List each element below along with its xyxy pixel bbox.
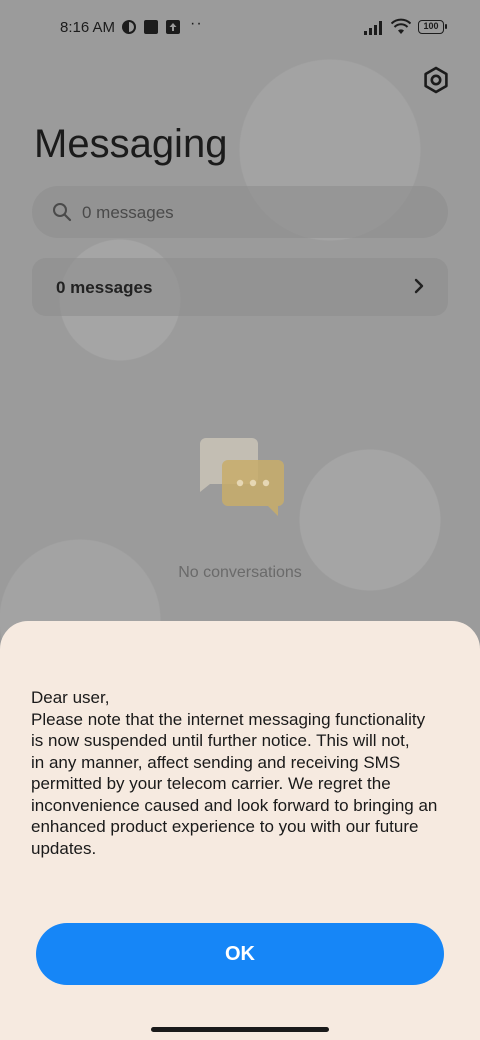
- notice-line: is now suspended until further notice. T…: [31, 731, 410, 750]
- app-notification-icon: [122, 20, 136, 34]
- upload-notification-icon: [166, 20, 180, 34]
- chevron-right-icon: [414, 278, 424, 294]
- notice-line: Dear user,: [31, 688, 110, 707]
- notice-line: Please note that the internet messaging …: [31, 709, 426, 729]
- messages-group-label: 0 messages: [56, 278, 153, 297]
- notice-line: enhanced product experience to you with …: [31, 817, 419, 836]
- battery-level: 100: [423, 21, 439, 31]
- empty-state-text: No conversations: [178, 564, 302, 581]
- status-bar: 8:16 AM ·· 100: [0, 0, 480, 56]
- home-indicator[interactable]: [151, 1027, 329, 1032]
- search-icon: [53, 203, 72, 222]
- search-placeholder: 0 messages: [82, 203, 174, 222]
- notice-line: updates.: [31, 838, 97, 858]
- notice-line: in any manner, affect sending and receiv…: [31, 752, 401, 772]
- notice-bottom-sheet: Dear user, Please note that the internet…: [0, 621, 480, 1040]
- search-bar[interactable]: 0 messages: [32, 186, 448, 238]
- wifi-icon: [391, 18, 411, 34]
- notice-line: inconvenience caused and look forward to…: [31, 795, 438, 815]
- battery-icon: 100: [418, 20, 447, 34]
- ok-button[interactable]: OK: [36, 923, 444, 985]
- page-title: Messaging: [34, 122, 228, 166]
- messages-group-row[interactable]: 0 messages: [32, 258, 448, 316]
- status-time: 8:16 AM: [60, 19, 116, 36]
- notice-line: permitted by your telecom carrier. We re…: [31, 774, 391, 793]
- no-conversations-illustration: [200, 438, 284, 516]
- square-notification-icon: [144, 20, 158, 34]
- signal-icon: [364, 21, 382, 35]
- settings-icon[interactable]: [420, 64, 452, 96]
- more-notifications-indicator: ··: [190, 15, 203, 32]
- notice-message: Dear user, Please note that the internet…: [31, 687, 456, 859]
